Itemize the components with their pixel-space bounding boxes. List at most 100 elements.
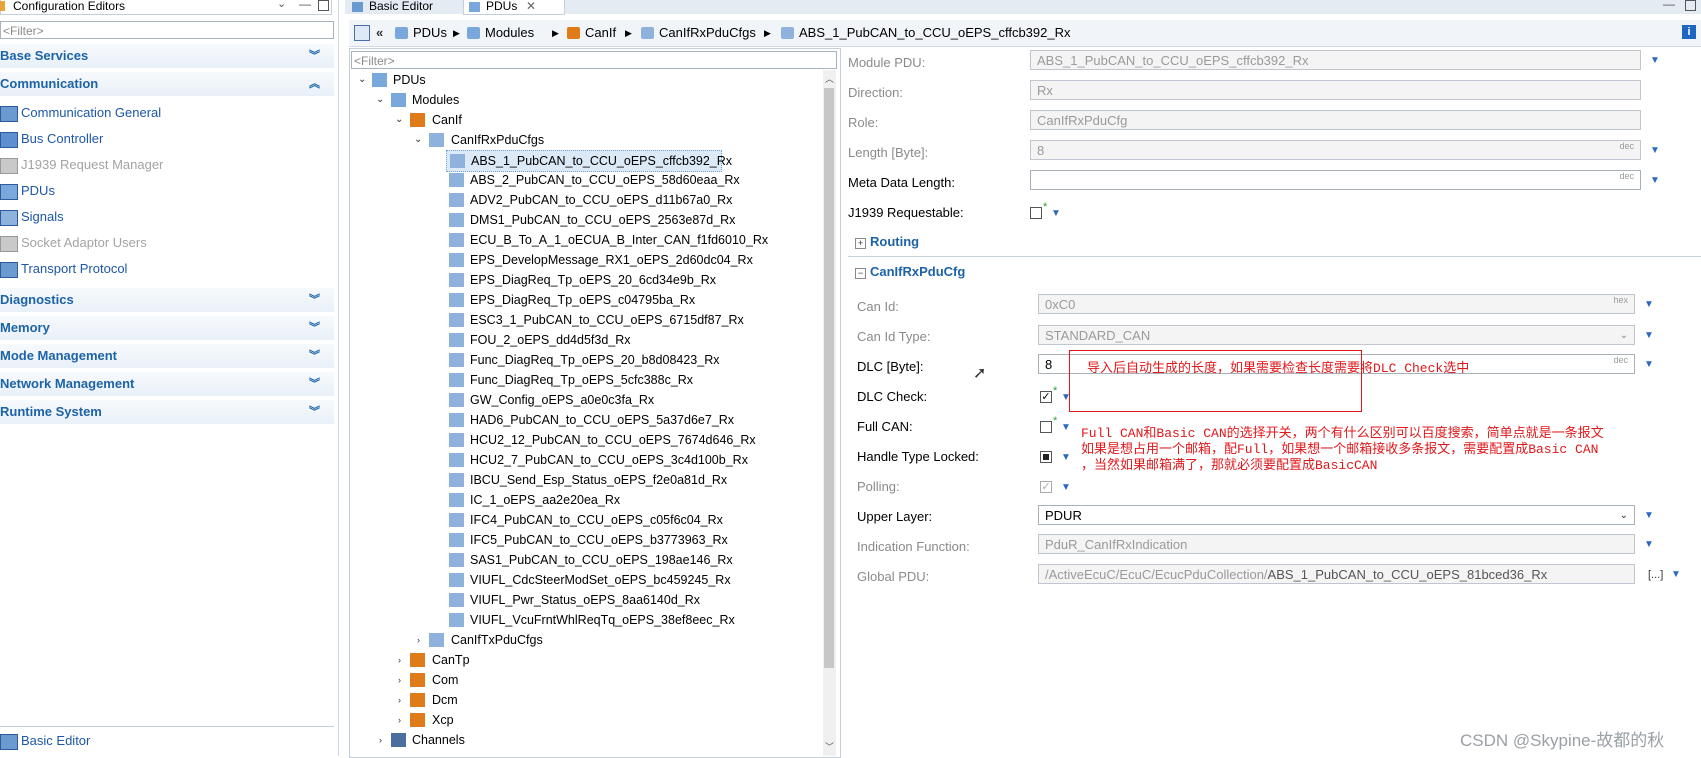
editors-filter-input[interactable]: <Filter> <box>0 21 334 39</box>
nav-communication-general[interactable]: Communication General <box>0 100 334 126</box>
dlc-check-checkbox[interactable]: ✓ <box>1040 391 1052 403</box>
back-icon[interactable]: « <box>376 20 383 46</box>
tree-scrollbar-thumb[interactable] <box>824 88 834 668</box>
maximize-icon[interactable] <box>1685 0 1696 11</box>
tree-node-rx-pdu[interactable]: ABS_1_PubCAN_to_CCU_oEPS_cffcb392_Rx <box>446 150 732 172</box>
category-mode-management[interactable]: Mode Management ︾ <box>0 344 334 369</box>
nav-signals[interactable]: Signals <box>0 204 334 230</box>
view-menu-icon[interactable]: ⌄ <box>277 0 286 10</box>
tree-node-dcm[interactable]: › Dcm <box>395 690 815 710</box>
routing-section-header[interactable]: Routing <box>870 232 919 252</box>
tree-node-rx-pdu[interactable]: EPS_DiagReq_Tp_oEPS_c04795ba_Rx <box>446 290 806 310</box>
dropdown-arrow-icon[interactable]: ▼ <box>1644 539 1654 550</box>
can-id-field[interactable]: 0xC0 hex <box>1038 294 1635 314</box>
upper-layer-select[interactable]: PDUR ⌄ <box>1038 505 1635 525</box>
indication-function-field[interactable]: PduR_CanIfRxIndication <box>1038 534 1635 554</box>
category-memory[interactable]: Memory ︾ <box>0 316 334 341</box>
tree-node-rx-pdu[interactable]: Func_DiagReq_Tp_oEPS_5cfc388c_Rx <box>446 370 806 390</box>
j1939-requestable-checkbox[interactable] <box>1030 207 1042 219</box>
dropdown-arrow-icon[interactable]: ▼ <box>1644 330 1654 341</box>
nav-j1939-request-manager[interactable]: J1939 Request Manager <box>0 152 334 178</box>
tree-node-rx-pdu[interactable]: VIUFL_CdcSteerModSet_oEPS_bc459245_Rx <box>446 570 806 590</box>
tree-node-rx-pdu[interactable]: GW_Config_oEPS_a0e0c3fa_Rx <box>446 390 806 410</box>
dropdown-arrow-icon[interactable]: ▼ <box>1061 482 1071 493</box>
dropdown-arrow-icon[interactable]: ▼ <box>1650 175 1660 186</box>
category-network-management[interactable]: Network Management ︾ <box>0 372 334 397</box>
tree-filter-input[interactable]: <Filter> <box>351 51 837 69</box>
collapse-toggle-icon[interactable]: › <box>398 650 401 670</box>
tree-node-rx-pdu[interactable]: ESC3_1_PubCAN_to_CCU_oEPS_6715df87_Rx <box>446 310 806 330</box>
dropdown-arrow-icon[interactable]: ▼ <box>1650 145 1660 156</box>
expand-toggle-icon[interactable]: ⌄ <box>358 70 366 90</box>
expand-toggle-icon[interactable]: ⌄ <box>376 90 384 110</box>
dropdown-arrow-icon[interactable]: ▼ <box>1061 452 1071 463</box>
outline-icon[interactable] <box>354 25 370 41</box>
role-field[interactable]: CanIfRxPduCfg <box>1030 110 1641 130</box>
dropdown-arrow-icon[interactable]: ▼ <box>1061 422 1071 433</box>
configuration-editors-tab[interactable]: Configuration Editors ⌄ — <box>0 0 332 15</box>
tree-node-rx-pdu[interactable]: ADV2_PubCAN_to_CCU_oEPS_d11b67a0_Rx <box>446 190 806 210</box>
module-pdu-field[interactable]: ABS_1_PubCAN_to_CCU_oEPS_cffcb392_Rx <box>1030 50 1641 70</box>
tree-node-canif[interactable]: ⌄ CanIf <box>395 110 815 130</box>
dropdown-arrow-icon[interactable]: ▼ <box>1650 55 1660 66</box>
tree-node-xcp[interactable]: › Xcp <box>395 710 815 730</box>
category-base-services[interactable]: Base Services ︾ <box>0 44 334 69</box>
dropdown-arrow-icon[interactable]: ▼ <box>1671 569 1681 580</box>
tree-node-rx-pdu[interactable]: IFC5_PubCAN_to_CCU_oEPS_b3773963_Rx <box>446 530 806 550</box>
collapse-toggle-icon[interactable]: › <box>398 690 401 710</box>
scroll-down-icon[interactable]: ﹀ <box>825 740 834 753</box>
dropdown-arrow-icon[interactable]: ▼ <box>1644 510 1654 521</box>
tree-node-pdus[interactable]: ⌄ PDUs <box>358 70 818 90</box>
tree-node-rx-pdu[interactable]: VIUFL_Pwr_Status_oEPS_8aa6140d_Rx <box>446 590 806 610</box>
tree-node-cantp[interactable]: › CanTp <box>395 650 815 670</box>
basic-editor-link[interactable]: Basic Editor <box>0 729 334 753</box>
expand-toggle-icon[interactable]: ⌄ <box>395 110 403 130</box>
polling-checkbox[interactable]: ✓ <box>1040 481 1052 493</box>
dropdown-arrow-icon[interactable]: ▼ <box>1051 208 1061 219</box>
tree-node-rx-pdu[interactable]: ABS_2_PubCAN_to_CCU_oEPS_58d60eaa_Rx <box>446 170 806 190</box>
tree-node-rx-pdu[interactable]: FOU_2_oEPS_dd4d5f3d_Rx <box>446 330 806 350</box>
tree-node-rx-pdu[interactable]: VIUFL_VcuFrntWhlReqTq_oEPS_38ef8eec_Rx <box>446 610 806 630</box>
direction-field[interactable]: Rx <box>1030 80 1641 100</box>
can-id-type-select[interactable]: STANDARD_CAN ⌄ <box>1038 325 1635 345</box>
browse-button[interactable]: [...] <box>1648 569 1663 581</box>
tree-node-channels[interactable]: › Channels <box>376 730 816 750</box>
handle-type-locked-checkbox[interactable] <box>1040 451 1052 463</box>
nav-transport-protocol[interactable]: Transport Protocol <box>0 256 334 282</box>
tree-node-rx-pdu[interactable]: IBCU_Send_Esp_Status_oEPS_f2e0a81d_Rx <box>446 470 806 490</box>
tab-pdus[interactable]: PDUs ✕ <box>463 0 565 15</box>
tree-node-canifrxpducfgs[interactable]: ⌄ CanIfRxPduCfgs <box>414 130 814 150</box>
meta-data-length-field[interactable]: dec <box>1030 170 1641 190</box>
tree-node-rx-pdu[interactable]: Func_DiagReq_Tp_oEPS_20_b8d08423_Rx <box>446 350 806 370</box>
collapse-toggle-icon[interactable]: › <box>398 670 401 690</box>
info-icon[interactable]: i <box>1682 25 1696 39</box>
tree-node-rx-pdu[interactable]: HAD6_PubCAN_to_CCU_oEPS_5a37d6e7_Rx <box>446 410 806 430</box>
tree-node-rx-pdu[interactable]: ECU_B_To_A_1_oECUA_B_Inter_CAN_f1fd6010_… <box>446 230 806 250</box>
full-can-checkbox[interactable] <box>1040 421 1052 433</box>
collapse-toggle-icon[interactable]: › <box>379 730 382 750</box>
length-field[interactable]: 8 dec <box>1030 140 1641 160</box>
tree-node-rx-pdu[interactable]: HCU2_12_PubCAN_to_CCU_oEPS_7674d646_Rx <box>446 430 806 450</box>
tree-node-rx-pdu[interactable]: IC_1_oEPS_aa2e20ea_Rx <box>446 490 806 510</box>
minimize-icon[interactable]: — <box>299 0 311 10</box>
maximize-icon[interactable] <box>318 0 329 11</box>
expand-icon[interactable]: + <box>855 238 866 249</box>
tree-node-com[interactable]: › Com <box>395 670 815 690</box>
collapse-icon[interactable]: − <box>855 268 866 279</box>
nav-socket-adaptor-users[interactable]: Socket Adaptor Users <box>0 230 334 256</box>
minimize-icon[interactable]: — <box>1663 0 1675 11</box>
tree-node-rx-pdu[interactable]: EPS_DevelopMessage_RX1_oEPS_2d60dc04_Rx <box>446 250 806 270</box>
close-icon[interactable]: ✕ <box>526 0 536 13</box>
category-communication[interactable]: Communication ︽ <box>0 72 334 97</box>
tree-node-modules[interactable]: ⌄ Modules <box>376 90 816 110</box>
global-pdu-field[interactable]: /ActiveEcuC/EcuC/EcucPduCollection/ABS_1… <box>1038 564 1635 584</box>
tree-node-rx-pdu[interactable]: IFC4_PubCAN_to_CCU_oEPS_c05f6c04_Rx <box>446 510 806 530</box>
tab-basic-editor[interactable]: Basic Editor <box>347 0 476 14</box>
canifrxpducfg-section-header[interactable]: CanIfRxPduCfg <box>870 262 965 282</box>
scroll-up-icon[interactable]: ︿ <box>825 72 834 85</box>
nav-pdus[interactable]: PDUs <box>0 178 334 204</box>
tree-node-rx-pdu[interactable]: EPS_DiagReq_Tp_oEPS_20_6cd34e9b_Rx <box>446 270 806 290</box>
dropdown-arrow-icon[interactable]: ▼ <box>1644 299 1654 310</box>
collapse-toggle-icon[interactable]: › <box>398 710 401 730</box>
collapse-toggle-icon[interactable]: › <box>417 630 420 650</box>
